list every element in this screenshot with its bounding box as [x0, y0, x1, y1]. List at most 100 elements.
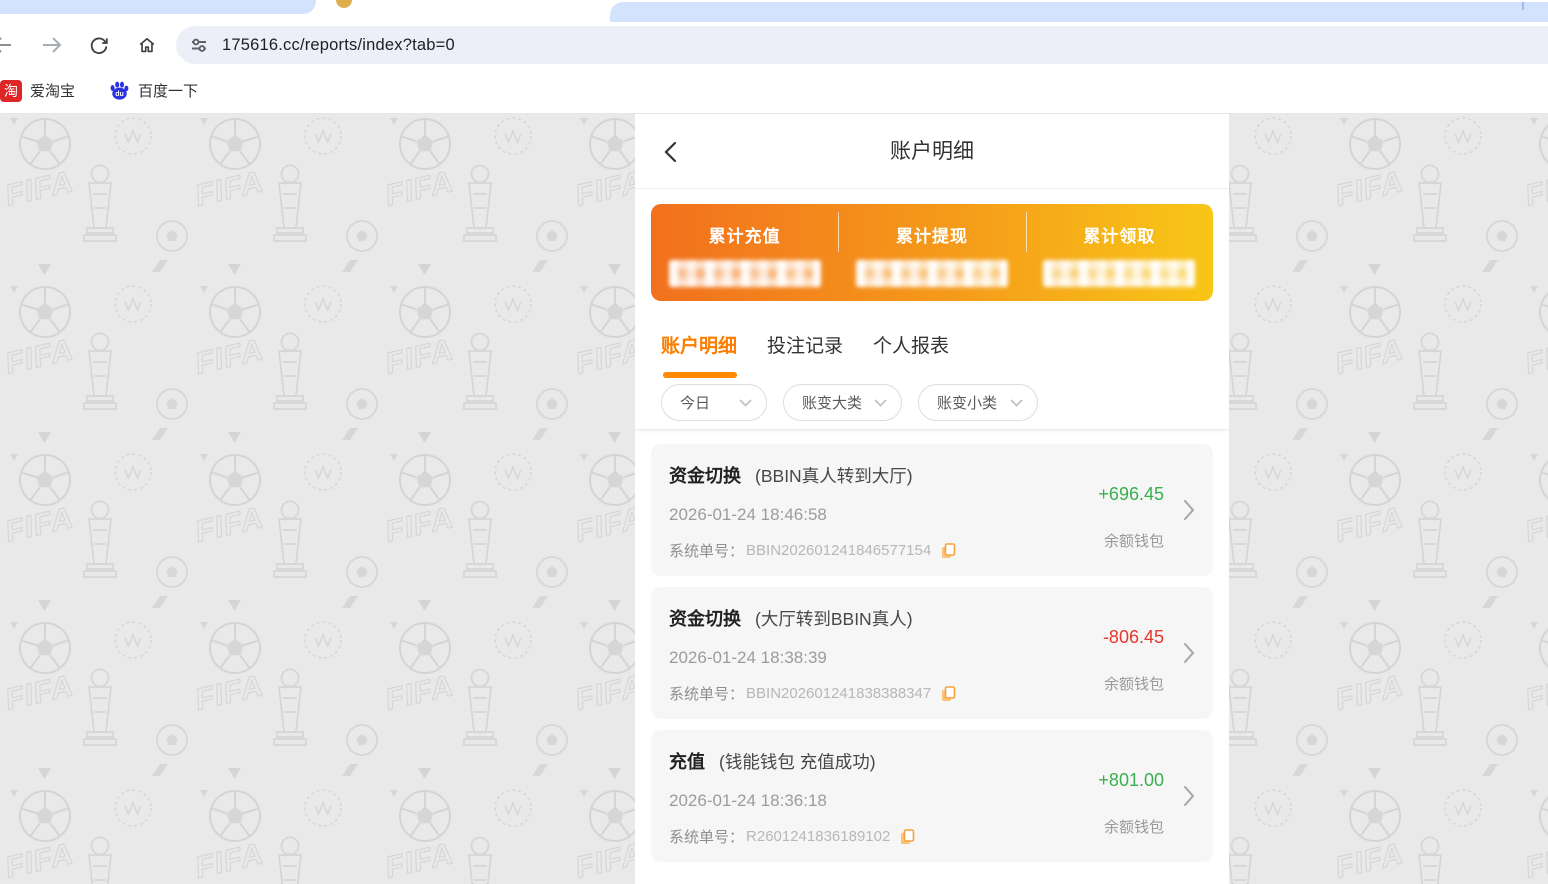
order-label: 系统单号：: [669, 543, 745, 560]
back-button[interactable]: [0, 28, 20, 62]
baidu-paw-icon: du: [110, 81, 129, 100]
copy-icon: [942, 542, 956, 558]
order-label: 系统单号：: [669, 829, 745, 846]
record-datetime: 2026-01-24 18:46:58: [669, 505, 827, 524]
home-icon: [139, 37, 155, 53]
record-wallet: 余额钱包: [1103, 533, 1164, 550]
svg-text:du: du: [115, 91, 124, 98]
tab-divider: [1522, 2, 1524, 10]
address-bar[interactable]: 175616.cc/reports/index?tab=0: [176, 26, 1548, 64]
copy-icon: [942, 685, 956, 701]
record-title: 资金切换 (BBIN真人转到大厅): [669, 464, 1063, 488]
back-arrow-icon: [0, 37, 11, 53]
record-order-row: 系统单号： BBIN202601241846577154: [669, 540, 1063, 561]
bookmarks-bar: 淘 爱淘宝 du 百度一下: [0, 68, 1548, 114]
browser-tab-strip: [0, 0, 1548, 22]
record-amount: +696.45: [1098, 484, 1164, 504]
bookmark-aitaobao[interactable]: 淘 爱淘宝: [0, 76, 83, 106]
panel-header: 账户明细: [635, 114, 1229, 189]
active-tab-underline: [663, 372, 737, 378]
bookmark-label: 百度一下: [138, 83, 199, 100]
chevron-left-icon: [664, 141, 677, 163]
chevron-right-icon: [1183, 785, 1195, 807]
summary-card: 累计充值 累计提现 累计领取: [651, 204, 1213, 301]
blurred-value: [855, 260, 1008, 287]
order-number: R2601241836189102: [746, 828, 891, 845]
record-type: 充值: [669, 752, 705, 772]
chevron-right-icon: [1183, 642, 1195, 664]
reload-button[interactable]: [82, 28, 116, 62]
url-text[interactable]: 175616.cc/reports/index?tab=0: [222, 36, 455, 55]
tabs-row: 账户明细 投注记录 个人报表: [661, 331, 1203, 378]
filter-label: 账变小类: [937, 395, 998, 412]
browser-tab[interactable]: [610, 2, 1548, 22]
chevron-down-icon: [1010, 399, 1023, 407]
record-title: 充值 (钱能钱包 充值成功): [669, 750, 1063, 774]
record-card[interactable]: 资金切换 (BBIN真人转到大厅) 2026-01-24 18:46:58 系统…: [651, 444, 1213, 576]
account-detail-panel: 账户明细 累计充值 累计提现 累计领取 账户明细 投注记录 个人报表 今日 账变…: [635, 114, 1229, 884]
copy-button[interactable]: [940, 542, 956, 560]
taobao-icon: 淘: [0, 79, 22, 102]
tab-label: 账户明细: [661, 336, 738, 357]
tab-favicon-icon: [336, 0, 352, 8]
summary-label: 累计提现: [895, 227, 968, 246]
filter-label: 今日: [680, 395, 711, 412]
tab-label: 个人报表: [873, 336, 950, 357]
record-wallet: 余额钱包: [1103, 819, 1164, 836]
reload-icon: [90, 37, 108, 55]
record-subtitle: (钱能钱包 充值成功): [719, 752, 876, 772]
copy-button[interactable]: [899, 828, 915, 846]
record-datetime: 2026-01-24 18:36:18: [669, 791, 827, 810]
summary-total-claimed: 累计领取: [1025, 204, 1213, 301]
filter-label: 账变大类: [802, 395, 863, 412]
record-amount: -806.45: [1102, 627, 1164, 647]
order-label: 系统单号：: [669, 686, 745, 703]
filter-date-dropdown[interactable]: 今日: [661, 384, 767, 421]
record-wallet: 余额钱包: [1103, 676, 1164, 693]
back-button-panel[interactable]: [661, 138, 687, 166]
filters-row: 今日 账变大类 账变小类: [661, 384, 1203, 421]
record-order-row: 系统单号： R2601241836189102: [669, 826, 1063, 847]
copy-icon: [901, 828, 915, 844]
bookmark-baidu[interactable]: du 百度一下: [101, 76, 206, 105]
site-settings-icon[interactable]: [189, 35, 209, 55]
bookmark-label: 爱淘宝: [30, 83, 76, 100]
record-type: 资金切换: [669, 609, 741, 629]
record-card[interactable]: 充值 (钱能钱包 充值成功) 2026-01-24 18:36:18 系统单号：…: [651, 730, 1213, 862]
chevron-down-icon: [874, 399, 887, 407]
browser-toolbar: 175616.cc/reports/index?tab=0: [0, 22, 1548, 68]
tabs-and-filters: 账户明细 投注记录 个人报表 今日 账变大类 账变小类: [635, 301, 1229, 430]
chevron-right-icon: [1183, 499, 1195, 521]
blurred-value: [668, 260, 821, 287]
summary-total-deposit: 累计充值: [651, 204, 838, 301]
record-type: 资金切换: [669, 466, 741, 486]
record-card[interactable]: 资金切换 (大厅转到BBIN真人) 2026-01-24 18:38:39 系统…: [651, 587, 1213, 719]
records-list: 资金切换 (BBIN真人转到大厅) 2026-01-24 18:46:58 系统…: [635, 430, 1229, 862]
home-button[interactable]: [130, 28, 164, 62]
chevron-down-icon: [739, 399, 752, 407]
forward-arrow-icon: [43, 37, 62, 53]
filter-minor-category-dropdown[interactable]: 账变小类: [918, 384, 1038, 421]
tab-personal-report[interactable]: 个人报表: [873, 331, 949, 378]
copy-button[interactable]: [940, 685, 956, 703]
record-subtitle: (BBIN真人转到大厅): [755, 466, 913, 486]
page-content: FIFA: [0, 114, 1548, 884]
order-number: BBIN202601241838388347: [746, 685, 932, 702]
summary-total-withdraw: 累计提现: [838, 204, 1025, 301]
record-order-row: 系统单号： BBIN202601241838388347: [669, 683, 1063, 704]
tab-bet-records[interactable]: 投注记录: [767, 331, 843, 378]
record-amount: +801.00: [1098, 770, 1164, 790]
summary-label: 累计充值: [708, 227, 781, 246]
filter-major-category-dropdown[interactable]: 账变大类: [783, 384, 902, 421]
forward-button[interactable]: [34, 28, 68, 62]
record-datetime: 2026-01-24 18:38:39: [669, 648, 827, 667]
summary-label: 累计领取: [1083, 227, 1156, 246]
record-title: 资金切换 (大厅转到BBIN真人): [669, 607, 1063, 631]
tab-account-detail[interactable]: 账户明细: [661, 331, 737, 378]
order-number: BBIN202601241846577154: [746, 542, 932, 559]
page-title: 账户明细: [890, 140, 974, 163]
record-subtitle: (大厅转到BBIN真人): [755, 609, 913, 629]
tab-label: 投注记录: [767, 336, 844, 357]
blurred-value: [1043, 260, 1196, 287]
browser-tab[interactable]: [0, 0, 316, 14]
